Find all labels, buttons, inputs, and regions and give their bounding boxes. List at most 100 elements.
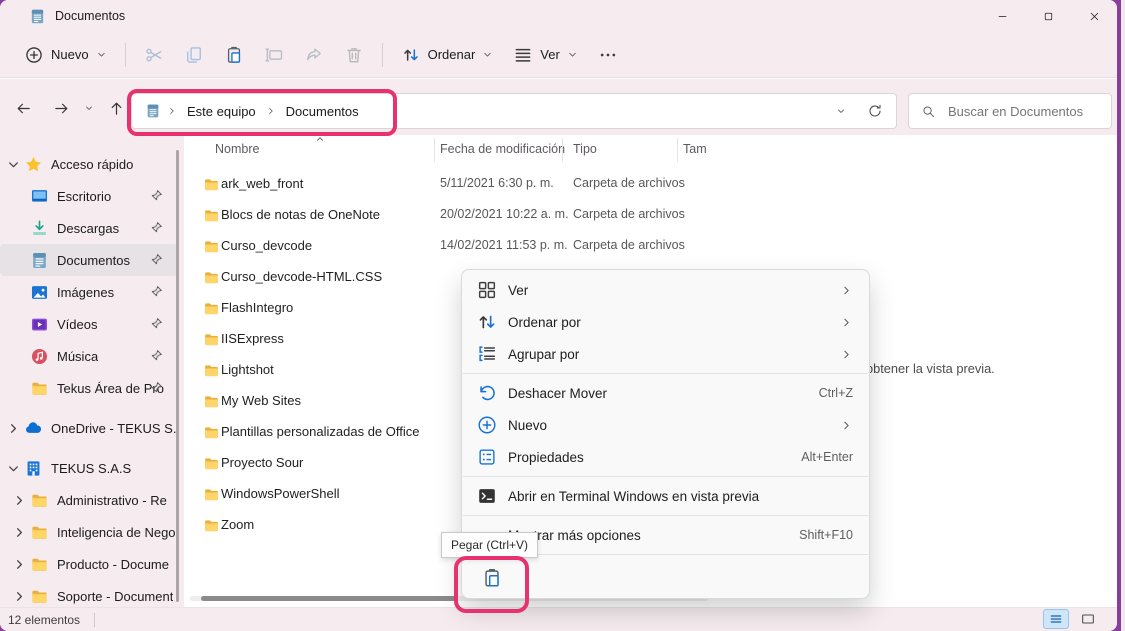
chevron-right-icon[interactable] (6, 421, 21, 436)
column-divider[interactable] (434, 138, 435, 162)
sidebar-item-tekus-s-a-s[interactable]: TEKUS S.A.S (0, 452, 178, 484)
chevron-right-icon (266, 106, 276, 116)
sidebar-item-acceso-rapido[interactable]: Acceso rápido (0, 148, 178, 180)
refresh-button[interactable] (860, 94, 890, 128)
menu-item-agrupar-por[interactable]: Agrupar por (466, 338, 865, 370)
undo-icon (476, 382, 498, 404)
minimize-button[interactable] (979, 0, 1025, 32)
desktop-icon (30, 187, 49, 206)
sidebar-item-label: TEKUS S.A.S (51, 461, 131, 476)
search-icon (921, 104, 936, 119)
share-button[interactable] (294, 37, 334, 73)
sidebar-item-documentos[interactable]: Documentos (0, 244, 178, 276)
cell-name: Plantillas personalizadas de Office (221, 424, 420, 439)
cell-name: Zoom (221, 517, 254, 532)
file-row-blocs-de-notas-de-onenote[interactable]: Blocs de notas de OneNote20/02/2021 10:2… (184, 200, 1117, 231)
menu-icon-bar (462, 558, 869, 598)
view-button-label: Ver (540, 47, 560, 62)
menu-separator (463, 373, 868, 374)
chevron-right-icon[interactable] (12, 589, 27, 604)
search-box[interactable] (908, 93, 1112, 129)
new-button[interactable]: Nuevo (14, 38, 117, 72)
refresh-icon (867, 103, 883, 119)
rename-button[interactable] (254, 37, 294, 73)
sidebar-item-escritorio[interactable]: Escritorio (0, 180, 178, 212)
chevron-right-icon[interactable] (12, 525, 27, 540)
minimize-icon (996, 10, 1009, 23)
maximize-button[interactable] (1025, 0, 1071, 32)
chevron-down-icon (482, 49, 493, 60)
sidebar-item-producto-docume[interactable]: Producto - Docume (0, 548, 178, 580)
sort-button[interactable]: Ordenar (391, 38, 504, 72)
cell-name: WindowsPowerShell (221, 486, 340, 501)
sidebar-item-administrativo-re[interactable]: Administrativo - Re (0, 484, 178, 516)
chevron-down-icon[interactable] (6, 157, 21, 172)
menu-item-ordenar-por[interactable]: Ordenar por (466, 306, 865, 338)
scrollbar-thumb[interactable] (201, 596, 457, 601)
column-header-type[interactable]: Tipo (573, 142, 597, 156)
paste-toolbar-button[interactable] (214, 37, 254, 73)
sidebar-item-descargas[interactable]: Descargas (0, 212, 178, 244)
copy-button[interactable] (174, 37, 214, 73)
sidebar-item-imagenes[interactable]: Imágenes (0, 276, 178, 308)
menu-item-deshacer-mover[interactable]: Deshacer Mover Ctrl+Z (466, 377, 865, 409)
sidebar-item-soporte-document[interactable]: Soporte - Document (0, 580, 178, 608)
delete-button[interactable] (334, 37, 374, 73)
cell-name: IISExpress (221, 331, 284, 346)
chevron-down-icon[interactable] (6, 461, 21, 476)
desktop-edge (1121, 0, 1125, 631)
folder-icon (203, 331, 220, 348)
back-button[interactable] (8, 93, 38, 123)
details-view-toggle[interactable] (1043, 609, 1069, 629)
paste-icon (224, 45, 244, 65)
sidebar-scrollbar[interactable] (176, 150, 179, 602)
address-bar[interactable]: Este equipo Documentos (131, 93, 897, 129)
chevron-right-icon[interactable] (12, 493, 27, 508)
cell-name: Blocs de notas de OneNote (221, 207, 380, 222)
view-button[interactable]: Ver (503, 38, 588, 72)
more-options-button[interactable] (588, 37, 628, 73)
column-header-date[interactable]: Fecha de modificación (440, 142, 565, 156)
column-header-size[interactable]: Tam (683, 142, 707, 156)
sidebar-item-tekus-area-de-pro[interactable]: Tekus Área de Pro (0, 372, 178, 404)
menu-item-propiedades[interactable]: Propiedades Alt+Enter (466, 441, 865, 473)
video-icon (30, 315, 49, 334)
cell-type: Carpeta de archivos (573, 176, 685, 190)
sidebar-item-musica[interactable]: Música (0, 340, 178, 372)
terminal-icon (476, 485, 498, 507)
close-button[interactable] (1071, 0, 1117, 32)
menu-item-ver[interactable]: Ver (466, 274, 865, 306)
star-icon (24, 155, 43, 174)
titlebar[interactable]: Documentos (0, 0, 1117, 32)
sidebar-item-videos[interactable]: Vídeos (0, 308, 178, 340)
forward-button[interactable] (46, 93, 76, 123)
recent-locations-button[interactable] (78, 93, 100, 123)
up-button[interactable] (101, 93, 131, 123)
sidebar-item-onedrive-tekus-s-a[interactable]: OneDrive - TEKUS S.A (0, 412, 178, 444)
chevron-down-icon (836, 106, 846, 116)
folder-icon (203, 455, 220, 472)
address-dropdown-button[interactable] (826, 94, 856, 128)
chevron-right-icon[interactable] (12, 557, 27, 572)
menu-item-abrir-terminal[interactable]: Abrir en Terminal Windows en vista previ… (466, 480, 865, 512)
cut-button[interactable] (134, 37, 174, 73)
sidebar-item-inteligencia-de-nego[interactable]: Inteligencia de Nego (0, 516, 178, 548)
sidebar-item-label: Administrativo - Re (57, 493, 167, 508)
new-button-label: Nuevo (51, 47, 89, 62)
breadcrumb-documents[interactable]: Documentos (282, 104, 363, 119)
file-row-curso-devcode[interactable]: Curso_devcode14/02/2021 11:53 p. m.Carpe… (184, 231, 1117, 262)
search-input[interactable] (946, 103, 1100, 120)
view-lines-icon (513, 45, 533, 65)
column-divider[interactable] (562, 138, 563, 162)
menu-item-nuevo[interactable]: Nuevo (466, 409, 865, 441)
menu-separator (463, 476, 868, 477)
paste-button[interactable] (472, 561, 512, 595)
file-row-ark-web-front[interactable]: ark_web_front5/11/2021 6:30 p. m.Carpeta… (184, 169, 1117, 200)
column-header-name[interactable]: Nombre (215, 142, 259, 156)
paste-tooltip: Pegar (Ctrl+V) (441, 532, 538, 558)
breadcrumb-this-pc[interactable]: Este equipo (183, 104, 260, 119)
sort-icon (476, 311, 498, 333)
column-divider[interactable] (677, 138, 678, 162)
thumbnail-view-toggle[interactable] (1075, 609, 1101, 629)
dots-icon (598, 45, 618, 65)
